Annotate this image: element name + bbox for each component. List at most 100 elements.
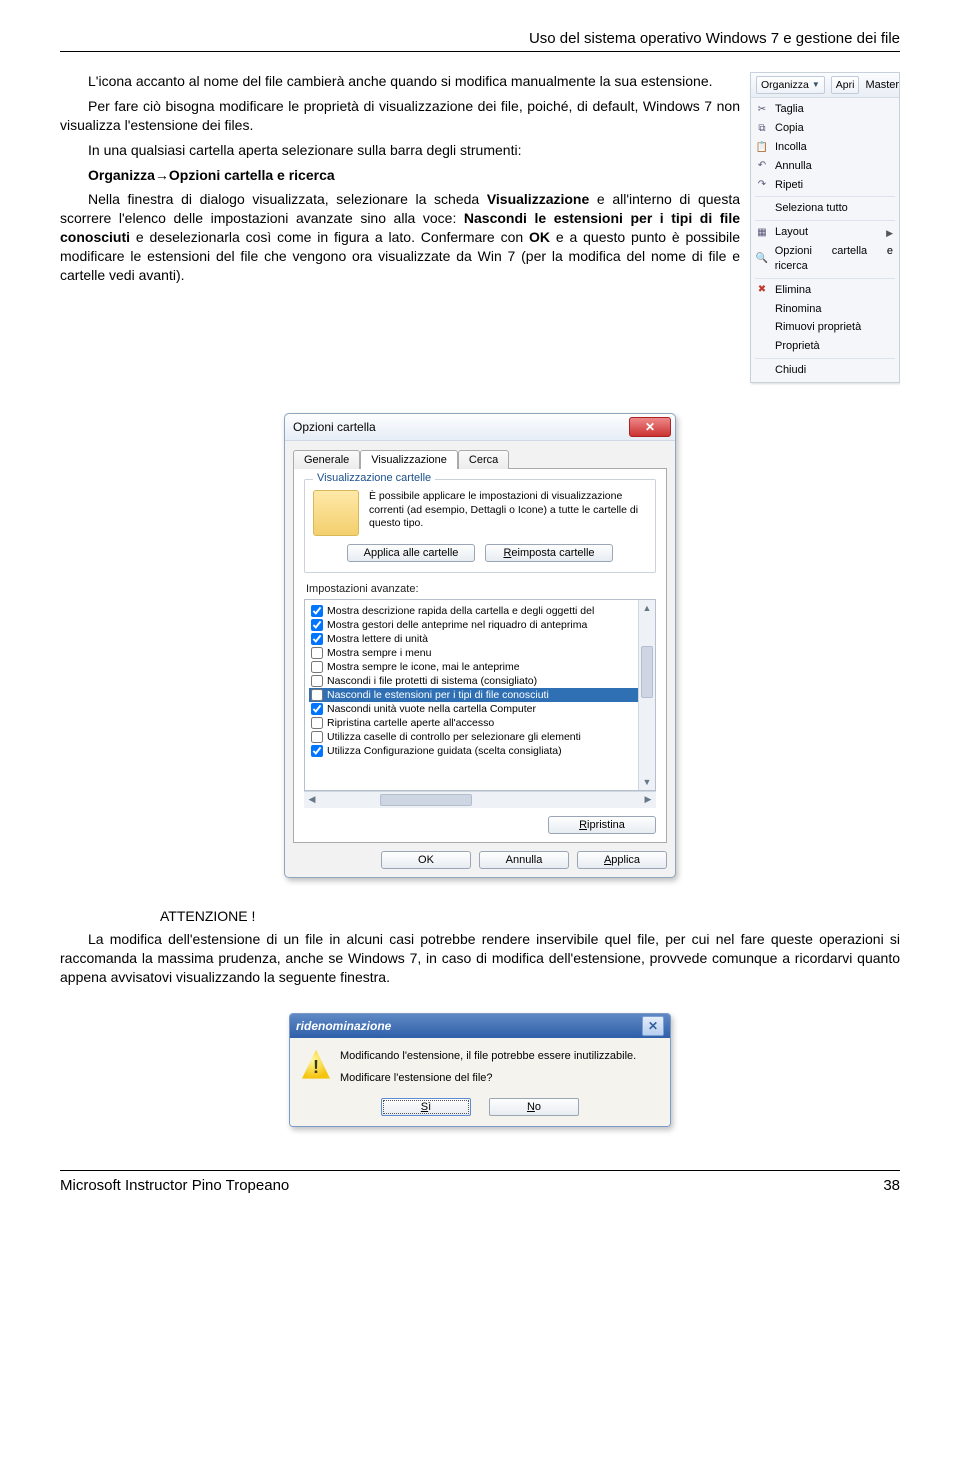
- close-button[interactable]: ✕: [629, 417, 671, 437]
- menu-item-layout[interactable]: ▦Layout▶: [751, 223, 899, 242]
- advanced-setting-row[interactable]: Utilizza Configurazione guidata (scelta …: [309, 744, 651, 758]
- folder-options-icon: 🔍: [755, 252, 769, 266]
- paragraph-5: La modifica dell'estensione di un file i…: [60, 930, 900, 987]
- advanced-setting-label: Utilizza caselle di controllo per selezi…: [327, 731, 581, 743]
- advanced-setting-label: Mostra lettere di unità: [327, 633, 428, 645]
- group-title: Visualizzazione cartelle: [313, 472, 435, 484]
- advanced-setting-label: Nascondi i file protetti di sistema (con…: [327, 675, 537, 687]
- scroll-up-icon[interactable]: ▲: [639, 600, 655, 616]
- menu-item-seleziona-tutto[interactable]: Seleziona tutto: [751, 199, 899, 218]
- menu-item-copia[interactable]: ⧉Copia: [751, 119, 899, 138]
- document-header: Uso del sistema operativo Windows 7 e ge…: [60, 30, 900, 52]
- annulla-button[interactable]: Annulla: [479, 851, 569, 869]
- paste-icon: 📋: [755, 140, 769, 154]
- advanced-setting-checkbox[interactable]: [311, 689, 323, 701]
- redo-icon: ↷: [755, 178, 769, 192]
- close-icon: ✕: [648, 1019, 658, 1033]
- undo-icon: ↶: [755, 159, 769, 173]
- dialog-titlebar: Opzioni cartella ✕: [285, 414, 675, 441]
- layout-icon: ▦: [755, 226, 769, 240]
- menu-item-chiudi[interactable]: Chiudi: [751, 361, 899, 380]
- copy-icon: ⧉: [755, 121, 769, 135]
- advanced-setting-label: Mostra descrizione rapida della cartella…: [327, 605, 594, 617]
- advanced-setting-checkbox[interactable]: [311, 703, 323, 715]
- apri-button[interactable]: Apri: [831, 76, 860, 94]
- advanced-setting-checkbox[interactable]: [311, 731, 323, 743]
- footer-author: Microsoft Instructor Pino Tropeano: [60, 1177, 289, 1194]
- ok-button[interactable]: OK: [381, 851, 471, 869]
- horizontal-scrollbar[interactable]: ◀ ▶: [304, 791, 656, 808]
- advanced-setting-checkbox[interactable]: [311, 661, 323, 673]
- advanced-setting-label: Ripristina cartelle aperte all'accesso: [327, 717, 494, 729]
- menu-item-elimina[interactable]: ✖Elimina: [751, 281, 899, 300]
- scroll-down-icon[interactable]: ▼: [639, 774, 655, 790]
- menu-item-rinomina[interactable]: Rinomina: [751, 300, 899, 319]
- dialog-title: Opzioni cartella: [293, 420, 376, 434]
- rename-line2: Modificare l'estensione del file?: [340, 1072, 636, 1084]
- advanced-setting-checkbox[interactable]: [311, 619, 323, 631]
- advanced-setting-row[interactable]: Mostra sempre i menu: [309, 646, 651, 660]
- advanced-setting-row[interactable]: Nascondi i file protetti di sistema (con…: [309, 674, 651, 688]
- group-description: È possibile applicare le impostazioni di…: [369, 490, 647, 536]
- rename-line1: Modificando l'estensione, il file potreb…: [340, 1050, 636, 1062]
- menu-item-taglia[interactable]: ✂Taglia: [751, 100, 899, 119]
- advanced-setting-checkbox[interactable]: [311, 605, 323, 617]
- rename-close-button[interactable]: ✕: [642, 1016, 664, 1036]
- scroll-thumb[interactable]: [641, 646, 653, 698]
- master-label: Master: [865, 78, 899, 93]
- advanced-setting-row[interactable]: Mostra descrizione rapida della cartella…: [309, 604, 651, 618]
- rename-dialog: ridenominazione ✕ ! Modificando l'estens…: [289, 1013, 671, 1127]
- menu-item-ripeti[interactable]: ↷Ripeti: [751, 176, 899, 195]
- scroll-right-icon[interactable]: ▶: [640, 792, 656, 808]
- menu-item-incolla[interactable]: 📋Incolla: [751, 138, 899, 157]
- advanced-setting-label: Mostra sempre i menu: [327, 647, 431, 659]
- tab-visualizzazione[interactable]: Visualizzazione: [360, 450, 458, 469]
- organizza-button[interactable]: Organizza▼: [756, 76, 825, 94]
- page-footer: Microsoft Instructor Pino Tropeano 38: [60, 1170, 900, 1194]
- advanced-setting-checkbox[interactable]: [311, 745, 323, 757]
- rename-titlebar: ridenominazione ✕: [290, 1014, 670, 1038]
- advanced-setting-label: Mostra sempre le icone, mai le anteprime: [327, 661, 520, 673]
- vertical-scrollbar[interactable]: ▲ ▼: [638, 600, 655, 790]
- context-menu-top: Organizza▼ Apri Master: [751, 73, 899, 98]
- reset-folders-button[interactable]: Reimposta cartelle: [485, 544, 613, 562]
- advanced-setting-checkbox[interactable]: [311, 633, 323, 645]
- advanced-setting-row[interactable]: Nascondi unità vuote nella cartella Comp…: [309, 702, 651, 716]
- yes-button[interactable]: Sì: [381, 1098, 471, 1116]
- advanced-setting-checkbox[interactable]: [311, 647, 323, 659]
- advanced-setting-checkbox[interactable]: [311, 675, 323, 687]
- attention-label: ATTENZIONE !: [160, 908, 900, 924]
- advanced-setting-row[interactable]: Utilizza caselle di controllo per selezi…: [309, 730, 651, 744]
- apply-all-folders-button[interactable]: Applica alle cartelle: [347, 544, 475, 562]
- no-button[interactable]: No: [489, 1098, 579, 1116]
- delete-icon: ✖: [755, 283, 769, 297]
- context-menu-figure: Organizza▼ Apri Master ✂Taglia ⧉Copia 📋I…: [750, 72, 900, 383]
- advanced-settings-list: Mostra descrizione rapida della cartella…: [304, 599, 656, 791]
- advanced-setting-row[interactable]: Mostra lettere di unità: [309, 632, 651, 646]
- advanced-setting-row[interactable]: Ripristina cartelle aperte all'accesso: [309, 716, 651, 730]
- advanced-setting-row[interactable]: Nascondi le estensioni per i tipi di fil…: [309, 688, 651, 702]
- menu-item-proprieta[interactable]: Proprietà: [751, 337, 899, 356]
- applica-button[interactable]: Applica: [577, 851, 667, 869]
- hscroll-thumb[interactable]: [380, 794, 472, 806]
- menu-item-annulla[interactable]: ↶Annulla: [751, 157, 899, 176]
- advanced-label: Impostazioni avanzate:: [306, 583, 656, 595]
- menu-item-rimuovi-proprieta[interactable]: Rimuovi proprietà: [751, 318, 899, 337]
- footer-page-number: 38: [883, 1177, 900, 1194]
- advanced-setting-label: Nascondi le estensioni per i tipi di fil…: [327, 689, 549, 701]
- cut-icon: ✂: [755, 103, 769, 117]
- advanced-setting-row[interactable]: Mostra sempre le icone, mai le anteprime: [309, 660, 651, 674]
- folder-options-dialog: Opzioni cartella ✕ Generale Visualizzazi…: [284, 413, 676, 878]
- tab-generale[interactable]: Generale: [293, 450, 360, 469]
- scroll-left-icon[interactable]: ◀: [304, 792, 320, 808]
- advanced-setting-label: Nascondi unità vuote nella cartella Comp…: [327, 703, 536, 715]
- menu-item-opzioni[interactable]: 🔍Opzioni cartella e ricerca: [751, 242, 899, 276]
- advanced-setting-checkbox[interactable]: [311, 717, 323, 729]
- warning-icon: !: [302, 1050, 330, 1079]
- folder-icon: [313, 490, 359, 536]
- advanced-setting-label: Utilizza Configurazione guidata (scelta …: [327, 745, 562, 757]
- advanced-setting-label: Mostra gestori delle anteprime nel riqua…: [327, 619, 587, 631]
- tab-cerca[interactable]: Cerca: [458, 450, 509, 469]
- advanced-setting-row[interactable]: Mostra gestori delle anteprime nel riqua…: [309, 618, 651, 632]
- ripristina-button[interactable]: Ripristina: [548, 816, 656, 834]
